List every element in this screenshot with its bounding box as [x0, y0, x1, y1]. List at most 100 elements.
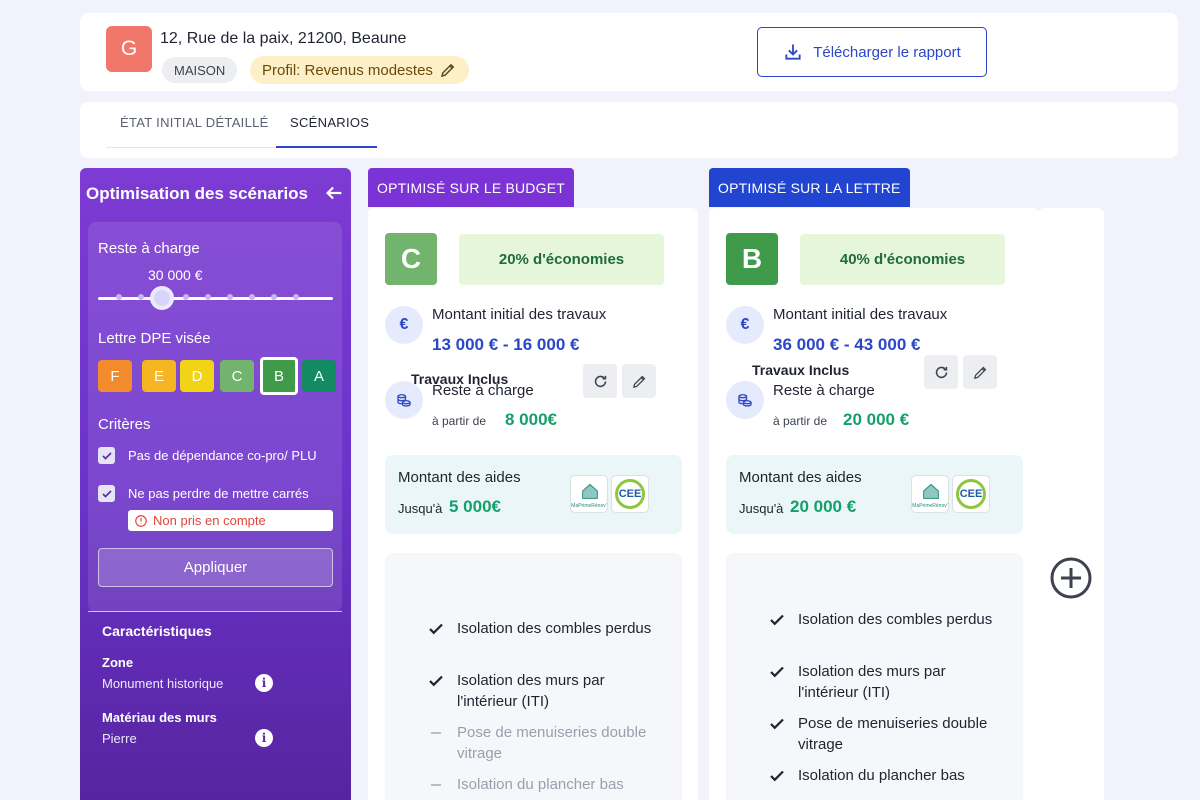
work-item: Isolation du plancher bas: [798, 767, 965, 784]
dpe-option-b[interactable]: B: [260, 357, 298, 395]
download-report-button[interactable]: Télécharger le rapport: [757, 27, 987, 77]
dash-icon: [431, 732, 441, 734]
pencil-icon: [973, 366, 986, 379]
reste-charge-label: Reste à charge: [773, 382, 875, 399]
dpe-option-c[interactable]: C: [220, 360, 254, 392]
maprimerenov-logo: MaPrimeRénov': [570, 475, 608, 513]
slider-tick: [293, 294, 299, 300]
characteristic-key-murs: Matériau des murs: [102, 710, 217, 725]
reste-label: Reste à charge: [98, 240, 200, 257]
work-item: Isolation des combles perdus: [457, 620, 652, 637]
cee-logo: CEE: [952, 475, 990, 513]
property-header: G 12, Rue de la paix, 21200, Beaune MAIS…: [80, 13, 1178, 91]
info-icon[interactable]: i: [255, 729, 273, 747]
criteria-checkbox-copro[interactable]: [98, 447, 115, 464]
aid-value: 5 000€: [449, 497, 501, 516]
coins-icon: [726, 381, 764, 419]
work-item: Isolation des murs par l'intérieur (ITI): [457, 672, 605, 710]
refresh-button[interactable]: [924, 355, 958, 389]
profile-chip[interactable]: Profil: Revenus modestes: [250, 56, 469, 84]
dpe-option-d[interactable]: D: [180, 360, 214, 392]
euro-icon: €: [385, 306, 423, 344]
work-item: Isolation du plancher bas: [457, 776, 624, 793]
sidebar-title: Optimisation des scénarios: [86, 184, 309, 203]
aid-label: Montant des aides: [739, 469, 862, 486]
check-icon: [429, 675, 443, 687]
from-label: à partir de: [773, 414, 828, 428]
slider-tick: [227, 294, 233, 300]
works-title: Travaux Inclus: [752, 362, 850, 378]
edit-button[interactable]: [963, 355, 997, 389]
active-tab-indicator: [276, 146, 377, 148]
checkmark-icon: [101, 489, 112, 498]
info-icon[interactable]: i: [255, 674, 273, 692]
aid-box: Montant des aides Jusqu'à 5 000€ MaPrime…: [385, 455, 682, 534]
sidebar-divider: [88, 611, 342, 612]
slider-tick: [183, 294, 189, 300]
download-report-label: Télécharger le rapport: [813, 43, 961, 61]
download-icon: [785, 44, 801, 60]
tab-bar: ÉTAT INITIAL DÉTAILLÉ SCÉNARIOS: [80, 102, 1178, 158]
check-icon: [770, 718, 784, 730]
check-icon: [770, 666, 784, 678]
aid-label: Montant des aides: [398, 469, 521, 486]
warning-text: Non pris en compte: [153, 513, 266, 528]
pencil-icon: [632, 375, 645, 388]
maprimerenov-logo: MaPrimeRénov': [911, 475, 949, 513]
initial-amount-label: Montant initial des travaux: [773, 306, 948, 323]
scenario-card: C 20% d'économies € Montant initial des tra…: [368, 208, 698, 800]
edit-button[interactable]: [622, 364, 656, 398]
characteristics-title: Caractéristiques: [102, 623, 212, 639]
tab-scenarios[interactable]: SCÉNARIOS: [290, 115, 369, 130]
works-panel: Travaux Inclus Isolation des combles perd…: [385, 364, 682, 800]
dash-icon: [431, 784, 441, 786]
euro-icon: €: [726, 306, 764, 344]
initial-amount-value: 36 000 € - 43 000 €: [773, 335, 921, 354]
warning-badge: Non pris en compte: [128, 510, 333, 531]
scenario-card: B 40% d'économies € Montant initial des tra…: [709, 208, 1039, 800]
criteria-label-surface: Ne pas perdre de mettre carrés: [128, 486, 309, 501]
mpr-logo-text: MaPrimeRénov': [912, 503, 948, 509]
characteristic-value-zone: Monument historique: [102, 676, 224, 691]
cee-logo-text: CEE: [615, 479, 645, 509]
apply-button[interactable]: Appliquer: [98, 548, 333, 587]
reste-charge-value: 8 000€: [505, 410, 557, 429]
aid-box: Montant des aides Jusqu'à 20 000 € MaPri…: [726, 455, 1023, 534]
cee-logo: CEE: [611, 475, 649, 513]
check-icon: [429, 623, 443, 635]
work-item: Isolation des murs par l'intérieur (ITI): [798, 663, 946, 701]
dpe-option-e[interactable]: E: [142, 360, 176, 392]
add-scenario-column: [1038, 208, 1104, 800]
reste-slider-value: 30 000 €: [148, 267, 203, 283]
optimization-sidebar: Optimisation des scénarios Reste à charg…: [80, 168, 351, 800]
savings-badge: 20% d'économies: [459, 234, 664, 285]
dpe-option-f[interactable]: F: [98, 360, 132, 392]
works-title: Travaux Inclus: [411, 371, 509, 387]
criteria-label: Critères: [98, 416, 151, 433]
initial-amount-label: Montant initial des travaux: [432, 306, 607, 323]
reste-slider-thumb[interactable]: [150, 286, 174, 310]
check-icon: [770, 770, 784, 782]
works-panel: Travaux Inclus Isolation des combles perd…: [726, 355, 1023, 800]
mpr-logo-text: MaPrimeRénov': [571, 503, 607, 509]
reste-charge-value: 20 000 €: [843, 410, 910, 429]
warning-circle-icon: [135, 514, 147, 527]
arrow-left-icon[interactable]: [323, 182, 345, 204]
tab-etat-initial[interactable]: ÉTAT INITIAL DÉTAILLÉ: [120, 115, 269, 130]
property-type-chip: MAISON: [162, 57, 238, 83]
criteria-checkbox-surface[interactable]: [98, 485, 115, 502]
add-scenario-icon[interactable]: [1049, 556, 1093, 600]
refresh-icon: [935, 366, 947, 378]
checkmark-icon: [101, 451, 112, 460]
characteristic-key-zone: Zone: [102, 655, 134, 670]
profile-chip-label: Profil: Revenus modestes: [262, 61, 433, 79]
check-icon: [770, 614, 784, 626]
pencil-icon[interactable]: [439, 61, 457, 79]
aid-from-label: Jusqu'à: [739, 501, 784, 516]
from-label: à partir de: [432, 414, 487, 428]
criteria-label-copro: Pas de dépendance co-pro/ PLU: [128, 448, 317, 463]
dpe-option-a[interactable]: A: [302, 360, 336, 392]
refresh-button[interactable]: [583, 364, 617, 398]
slider-tick: [205, 294, 211, 300]
slider-tick: [271, 294, 277, 300]
